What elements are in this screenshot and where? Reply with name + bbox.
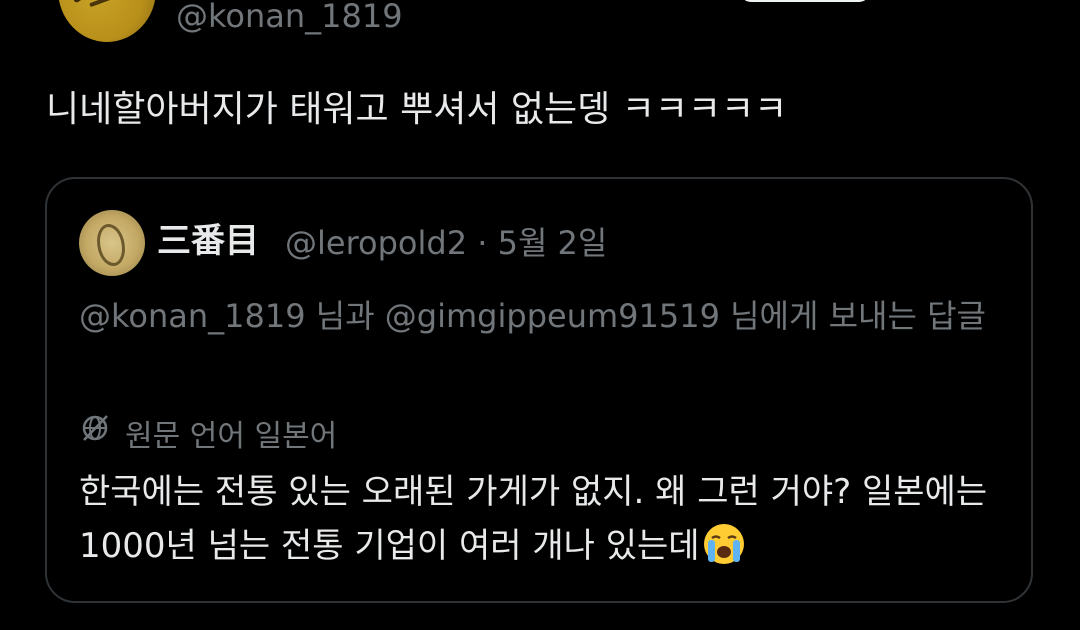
quoted-tweet-card[interactable]: 三番目 @leropold2 · 5월 2일 @konan_1819 님과 @g…: [45, 177, 1033, 603]
follow-button-edge[interactable]: [740, 0, 870, 2]
translation-note-text: 원문 언어 일본어: [125, 419, 338, 454]
quoted-author-meta: @leropold2 · 5월 2일: [285, 219, 607, 267]
reply-to-line: @konan_1819 님과 @gimgippeum91519 님에게 보내는 …: [79, 297, 986, 335]
quoted-author-name[interactable]: 三番目: [157, 217, 259, 265]
quoted-tweet-body: 한국에는 전통 있는 오래된 가게가 없지. 왜 그런 거야? 일본에는 100…: [79, 472, 988, 566]
tweet-text: 니네할아버지가 태워고 뿌셔서 없는뎅 ㅋㅋㅋㅋㅋ: [46, 89, 788, 130]
quoted-tweet-date[interactable]: 5월 2일: [498, 224, 608, 262]
quoted-author-handle[interactable]: @leropold2: [285, 224, 467, 262]
author-handle[interactable]: @konan_1819: [176, 0, 403, 40]
loudly-crying-face-icon: [702, 522, 746, 566]
no-translate-globe-icon: [79, 412, 111, 457]
author-avatar[interactable]: [58, 0, 156, 42]
quoted-author-avatar[interactable]: [79, 210, 145, 276]
meta-separator: ·: [477, 224, 488, 262]
quoted-tweet-text: 한국에는 전통 있는 오래된 가게가 없지. 왜 그런 거야? 일본에는 100…: [79, 465, 1009, 573]
translation-note: 원문 언어 일본어: [79, 415, 337, 459]
